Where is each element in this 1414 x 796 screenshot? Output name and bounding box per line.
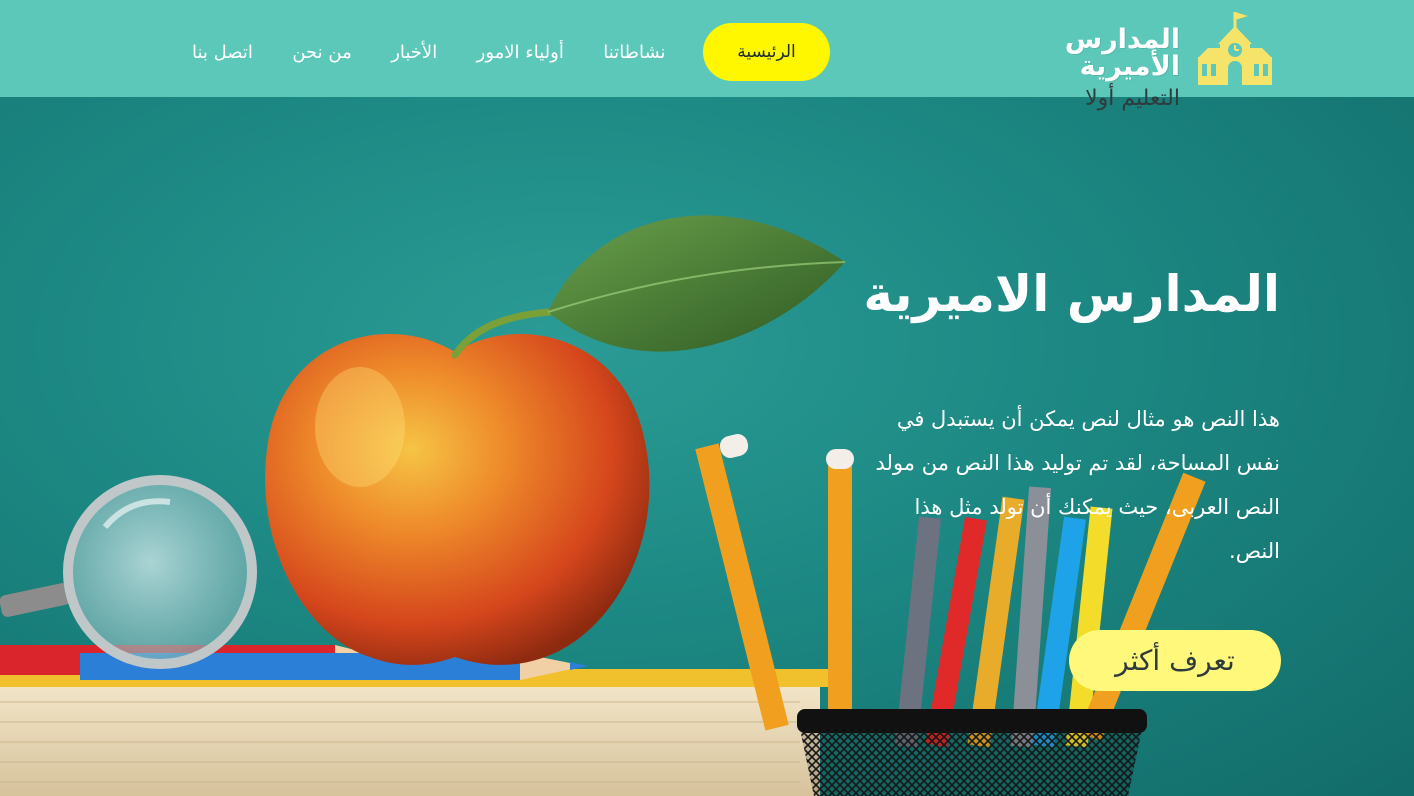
brand-name: المدارس الأميرية [1064, 24, 1180, 82]
nav-item-parents[interactable]: أولياء الامور [475, 42, 566, 63]
top-navbar: المدارس الأميرية التعليم أولا الرئيسية ن… [0, 0, 1414, 110]
main-nav: الرئيسية نشاطاتنا أولياء الامور الأخبار … [190, 23, 830, 81]
brand-tagline: التعليم أولا [1085, 86, 1180, 111]
nav-item-home[interactable]: الرئيسية [703, 23, 830, 81]
hero-description: هذا النص هو مثال لنص يمكن أن يستبدل في ن… [875, 407, 1280, 563]
nav-item-activities[interactable]: نشاطاتنا [601, 42, 667, 63]
hero-title: المدارس الاميرية [863, 265, 1280, 323]
nav-item-news[interactable]: الأخبار [389, 42, 439, 63]
brand-text: المدارس الأميرية التعليم أولا [970, 26, 1180, 110]
hero-section: المدارس الاميرية هذا النص هو مثال لنص يم… [0, 97, 1414, 796]
school-building-icon [1198, 12, 1272, 85]
nav-item-about[interactable]: من نحن [290, 42, 353, 63]
learn-more-button[interactable]: تعرف أكثر [1069, 630, 1281, 691]
nav-item-contact[interactable]: اتصل بنا [190, 42, 255, 63]
brand-logo[interactable]: المدارس الأميرية التعليم أولا [970, 8, 1275, 110]
